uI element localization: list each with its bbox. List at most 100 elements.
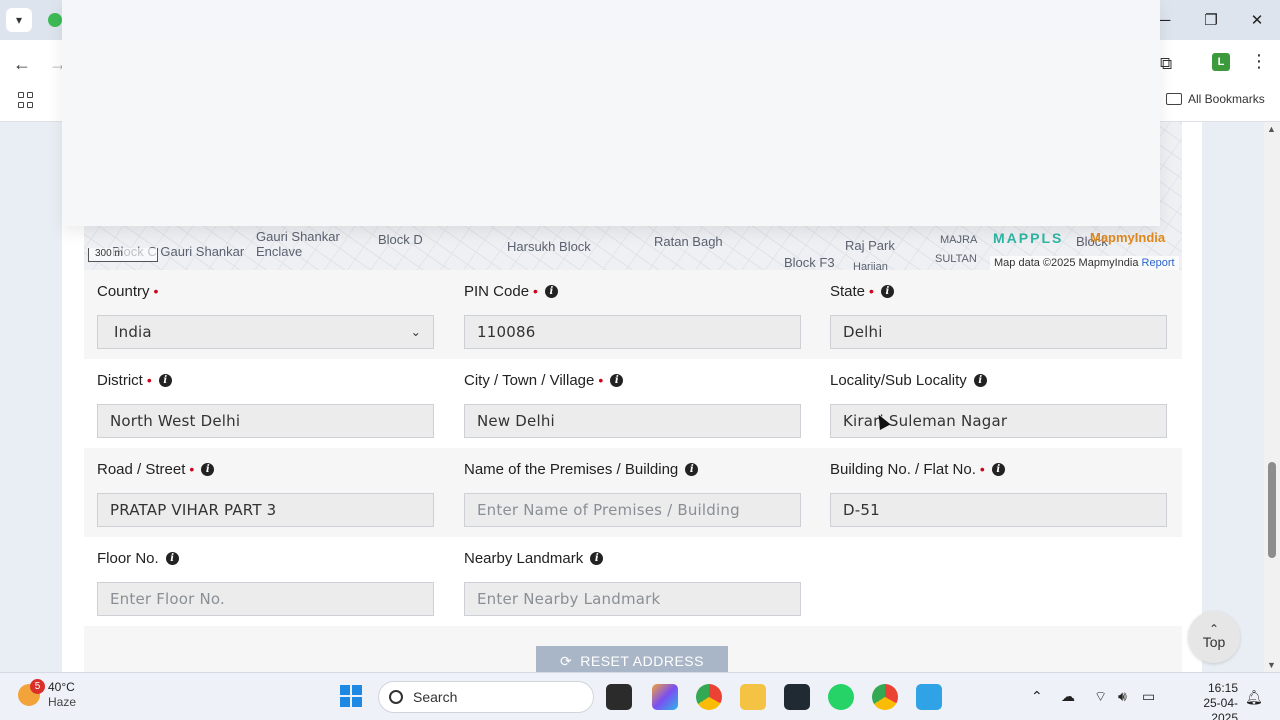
map-label: Raj Park xyxy=(845,238,895,253)
weather-widget[interactable]: 40°C Haze xyxy=(18,680,76,710)
floor-field: Floor No. i Enter Floor No. xyxy=(97,548,434,616)
scrollbar-thumb[interactable] xyxy=(1268,462,1276,558)
extensions-icon[interactable]: ⧉ xyxy=(1160,54,1172,74)
notification-bell-icon[interactable]: 🔔︎ xyxy=(1245,689,1263,706)
windows-start-icon[interactable] xyxy=(340,685,362,707)
required-marker: • xyxy=(598,372,604,388)
profile-icon[interactable]: L xyxy=(1212,53,1230,71)
landmark-label: Nearby Landmark xyxy=(464,549,584,567)
district-input[interactable]: North West Delhi xyxy=(97,404,434,438)
building-no-label: Building No. / Flat No. xyxy=(830,460,976,478)
city-field: City / Town / Village • i New Delhi xyxy=(464,370,801,438)
info-icon[interactable]: i xyxy=(685,462,699,476)
volume-icon[interactable]: 🔊︎ xyxy=(1118,688,1127,705)
whatsapp-icon[interactable] xyxy=(828,684,854,710)
district-label: District xyxy=(97,371,143,389)
map-attribution: Map data ©2025 MapmyIndia Report xyxy=(990,256,1179,270)
refresh-icon: ⟳ xyxy=(560,652,573,669)
chrome-profile-icon[interactable] xyxy=(872,684,898,710)
country-select[interactable]: India ⌄ xyxy=(97,315,434,349)
road-label: Road / Street xyxy=(97,460,186,478)
arrow-left-icon: ← xyxy=(13,53,31,74)
pin-code-label: PIN Code xyxy=(464,282,530,300)
wifi-icon[interactable]: ⌔ xyxy=(1094,688,1107,706)
weather-desc: Haze xyxy=(48,695,77,709)
pin-code-input[interactable]: 110086 xyxy=(464,315,801,349)
minimize-icon: ─ xyxy=(1159,11,1171,29)
file-explorer-icon[interactable] xyxy=(740,684,766,710)
task-view-icon[interactable] xyxy=(606,684,632,710)
info-icon[interactable]: i xyxy=(158,373,172,387)
road-input[interactable]: PRATAP VIHAR PART 3 xyxy=(97,493,434,527)
taskbar-clock[interactable]: 16:15 25-04-2025 xyxy=(1188,681,1238,720)
map-label: Block F3 xyxy=(784,255,835,270)
overlay-panel xyxy=(62,0,1160,226)
apps-grid-icon[interactable] xyxy=(18,92,34,108)
scroll-down-icon[interactable]: ▼ xyxy=(1267,660,1276,670)
folder-icon xyxy=(1166,93,1182,105)
info-icon[interactable]: i xyxy=(201,462,215,476)
chrome-icon[interactable] xyxy=(696,684,722,710)
landmark-field: Nearby Landmark i Enter Nearby Landmark xyxy=(464,548,801,616)
map-label: MAJRA xyxy=(940,234,978,246)
required-marker: • xyxy=(189,461,195,477)
back-button[interactable]: ← xyxy=(10,52,34,76)
road-field: Road / Street • i PRATAP VIHAR PART 3 xyxy=(97,459,434,527)
building-no-input[interactable]: D-51 xyxy=(830,493,1167,527)
info-icon[interactable]: i xyxy=(590,551,604,565)
required-marker: • xyxy=(533,283,538,299)
chevron-up-icon: ⌃ xyxy=(1208,622,1220,636)
state-label: State xyxy=(830,282,866,300)
copilot-icon[interactable] xyxy=(652,684,678,710)
premises-field: Name of the Premises / Building i Enter N… xyxy=(464,459,801,527)
map-label: Gauri Shankar Enclave xyxy=(256,229,340,259)
restore-button[interactable]: ❐ xyxy=(1196,8,1226,32)
all-bookmarks-button[interactable]: All Bookmarks xyxy=(1166,92,1265,106)
map-label: Harsukh Block xyxy=(507,239,591,254)
onedrive-icon[interactable]: ☁ xyxy=(1061,688,1075,705)
state-field: State • i Delhi xyxy=(830,281,1167,349)
floor-input[interactable]: Enter Floor No. xyxy=(97,582,434,616)
country-label: Country xyxy=(97,282,150,300)
tray-overflow-icon[interactable]: ⌃ xyxy=(1031,688,1043,705)
info-icon[interactable]: i xyxy=(165,551,179,565)
taskbar xyxy=(0,672,1280,720)
scroll-top-button[interactable]: ⌃ Top xyxy=(1188,611,1240,663)
info-icon[interactable]: i xyxy=(880,284,894,298)
page-scrollbar[interactable] xyxy=(1264,122,1280,672)
taskbar-search[interactable]: Search xyxy=(378,681,594,713)
premises-label: Name of the Premises / Building xyxy=(464,460,679,478)
floor-label: Floor No. xyxy=(97,549,159,567)
required-marker: • xyxy=(869,283,874,299)
state-input[interactable]: Delhi xyxy=(830,315,1167,349)
scroll-up-icon[interactable]: ▲ xyxy=(1267,124,1276,134)
district-field: District • i North West Delhi xyxy=(97,370,434,438)
clock-date: 25-04-2025 xyxy=(1203,696,1238,720)
map-label: SULTAN xyxy=(935,253,977,265)
city-input[interactable]: New Delhi xyxy=(464,404,801,438)
more-menu-icon[interactable]: ⋮ xyxy=(1250,51,1268,72)
tab-favicon-icon[interactable] xyxy=(48,13,62,27)
map-report-link[interactable]: Report xyxy=(1142,257,1175,269)
city-label: City / Town / Village xyxy=(464,371,595,389)
close-icon: ✕ xyxy=(1250,12,1264,29)
info-icon[interactable]: i xyxy=(973,373,987,387)
map-scale-bar: 300 m xyxy=(88,248,158,262)
chevron-down-icon: ⌄ xyxy=(410,325,421,339)
app-icon[interactable] xyxy=(784,684,810,710)
clock-time: 16:15 xyxy=(1207,681,1238,695)
notepad-icon[interactable] xyxy=(916,684,942,710)
restore-icon: ❐ xyxy=(1204,12,1218,29)
tab-search-button[interactable]: ▾ xyxy=(6,8,32,32)
country-field: Country • India ⌄ xyxy=(97,281,434,349)
close-window-button[interactable]: ✕ xyxy=(1242,8,1272,32)
pin-code-field: PIN Code • i 110086 xyxy=(464,281,801,349)
landmark-input[interactable]: Enter Nearby Landmark xyxy=(464,582,801,616)
battery-icon[interactable]: ▭ xyxy=(1142,688,1155,705)
info-icon[interactable]: i xyxy=(991,462,1005,476)
required-marker: • xyxy=(153,283,159,299)
required-marker: • xyxy=(146,372,152,388)
info-icon[interactable]: i xyxy=(544,284,558,298)
premises-input[interactable]: Enter Name of Premises / Building xyxy=(464,493,801,527)
info-icon[interactable]: i xyxy=(610,373,624,387)
